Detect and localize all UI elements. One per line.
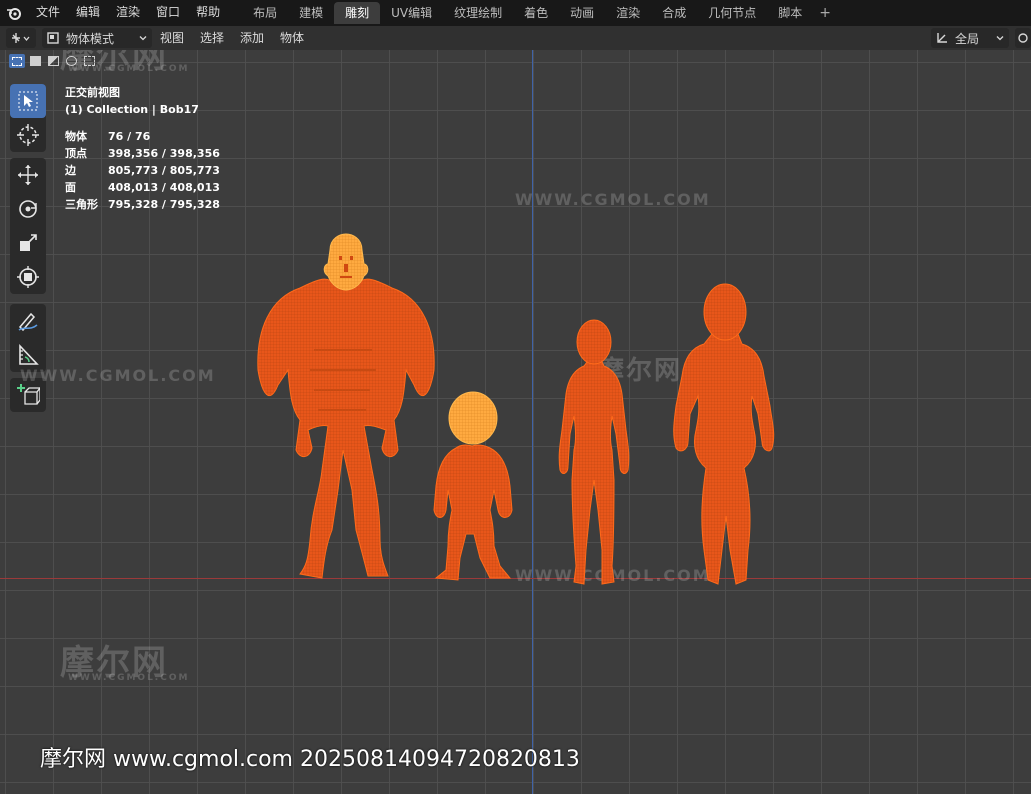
tab-modeling[interactable]: 建模 [288,2,334,24]
object-mode-icon [47,32,59,44]
scene-characters [257,233,775,585]
mode-label: 物体模式 [66,31,115,46]
tab-scripting[interactable]: 脚本 [767,2,813,24]
orientation-label: 全局 [955,31,980,46]
3d-viewport-icon [12,33,30,43]
workspace-tabs: 布局 建模 雕刻 UV编辑 纹理绘制 着色 动画 渲染 合成 几何节点 脚本 + [242,0,837,26]
tab-rendering[interactable]: 渲染 [605,2,651,24]
main-menu: 文件 编辑 渲染 窗口 帮助 [28,0,228,26]
menu-add[interactable]: 添加 [232,26,272,50]
tab-uv-editing[interactable]: UV编辑 [380,2,443,24]
menu-window[interactable]: 窗口 [148,0,188,26]
character-strongman[interactable] [257,278,435,579]
character-woman[interactable] [673,283,775,585]
tab-sculpting[interactable]: 雕刻 [334,2,381,24]
header-right-controls: 全局 [931,28,1031,48]
orientation-global-icon [937,33,947,43]
pivot-point-button[interactable] [1015,28,1031,48]
chevron-down-icon [139,36,147,41]
blender-logo-icon[interactable] [0,0,28,26]
character-strongman-head[interactable] [323,233,369,291]
character-kid[interactable] [433,444,513,581]
chevron-down-icon [996,36,1004,41]
tab-texture-paint[interactable]: 纹理绘制 [443,2,513,24]
bottom-watermark: 摩尔网 www.cgmol.com 20250814094720820813 [40,747,580,772]
menu-object[interactable]: 物体 [272,26,312,50]
tab-geometry-nodes[interactable]: 几何节点 [697,2,767,24]
tab-animation[interactable]: 动画 [559,2,605,24]
top-menu-bar: 文件 编辑 渲染 窗口 帮助 布局 建模 雕刻 UV编辑 纹理绘制 着色 动画 … [0,0,1031,26]
character-girl[interactable] [558,319,630,585]
link-icon [1018,33,1028,43]
add-workspace-button[interactable]: + [813,5,837,21]
menu-render[interactable]: 渲染 [108,0,148,26]
tab-layout[interactable]: 布局 [242,2,288,24]
menu-edit[interactable]: 编辑 [68,0,108,26]
menu-file[interactable]: 文件 [28,0,68,26]
menu-view[interactable]: 视图 [152,26,192,50]
3d-viewport[interactable]: 正交前视图 (1) Collection | Bob17 物体 76 / 76 顶… [0,50,1031,794]
mode-dropdown[interactable]: 物体模式 [42,28,152,48]
menu-select[interactable]: 选择 [192,26,232,50]
transform-orientation-dropdown[interactable]: 全局 [931,28,1009,48]
editor-type-button[interactable] [6,28,36,48]
menu-help[interactable]: 帮助 [188,0,228,26]
tab-compositing[interactable]: 合成 [651,2,697,24]
character-kid-head[interactable] [448,391,498,445]
tab-shading[interactable]: 着色 [513,2,559,24]
viewport-header: 物体模式 视图 选择 添加 物体 全局 [0,26,1031,50]
